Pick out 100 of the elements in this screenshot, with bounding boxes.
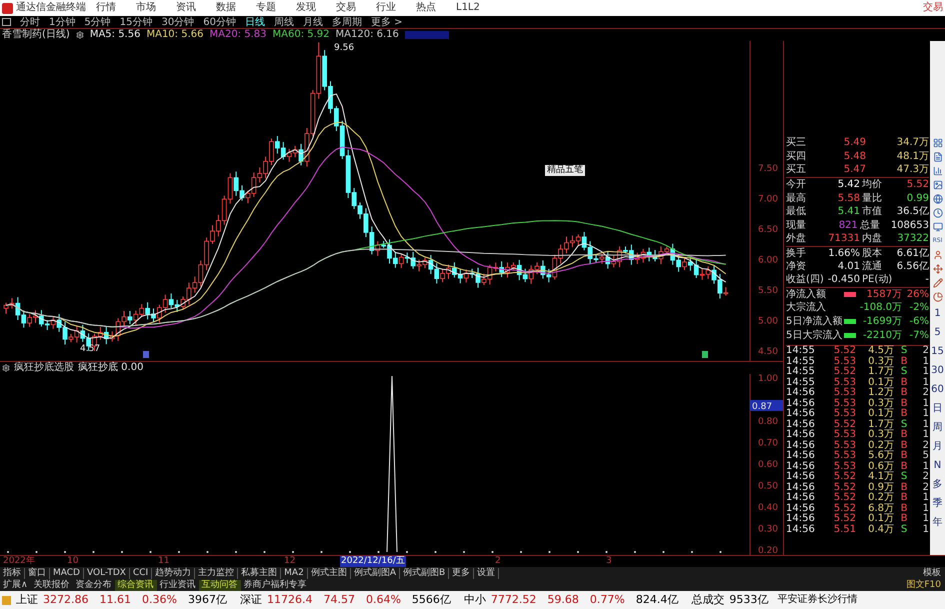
bar-chart-icon[interactable] <box>932 166 942 176</box>
period-button[interactable]: 30 <box>931 361 944 380</box>
grid-icon[interactable] <box>932 138 942 148</box>
flow-percent: -6% <box>908 315 929 328</box>
menu-item[interactable]: 发现 <box>296 0 316 16</box>
info-tab[interactable]: 综合资讯 <box>114 580 157 590</box>
tick-time: 14:56 <box>786 388 816 398</box>
settings-icon[interactable] <box>2 364 10 372</box>
info-tab[interactable]: 互动问答 <box>198 580 241 590</box>
pie-chart-icon[interactable] <box>932 292 942 302</box>
tick-volume: 0.2万 <box>867 493 894 504</box>
stat-label: 市值 <box>862 205 883 218</box>
trade-link[interactable]: 交易 <box>923 0 943 16</box>
period-button[interactable]: N <box>934 456 942 475</box>
order-level-label: 买五 <box>786 163 807 176</box>
stat-value: 4.01 <box>836 260 860 273</box>
floating-panel[interactable]: 精品五笔 <box>545 165 585 176</box>
tick-count: 1 <box>922 524 929 535</box>
period-tab[interactable]: 30分钟 <box>161 16 194 28</box>
period-button[interactable]: 月 <box>932 437 942 456</box>
period-tab[interactable]: 日线 <box>244 16 265 28</box>
period-button[interactable]: 60 <box>931 380 944 399</box>
tick-price: 5.53 <box>832 430 856 440</box>
menu-item[interactable]: 行业 <box>376 0 396 16</box>
tick-count: 2 <box>922 440 929 451</box>
period-button[interactable]: 周 <box>932 418 942 437</box>
info-tab[interactable]: 行业资讯 <box>156 580 199 590</box>
period-button[interactable]: 多 <box>932 475 942 494</box>
tick-volume: 0.1万 <box>867 378 894 388</box>
tick-time: 14:56 <box>786 493 816 504</box>
info-tab[interactable]: 券商户福利专享 <box>240 580 310 590</box>
tick-price: 5.53 <box>832 356 856 367</box>
period-button[interactable]: 15 <box>931 342 944 361</box>
indicator-axis-label: 0.60 <box>758 460 778 470</box>
tick-side: S <box>900 472 908 482</box>
menu-item[interactable]: 热点 <box>416 0 436 16</box>
period-tab[interactable]: 月线 <box>302 16 323 28</box>
stat-label: 最高 <box>786 192 807 205</box>
clock-icon[interactable] <box>932 208 942 218</box>
period-tab[interactable]: 更多 > <box>370 16 403 28</box>
tick-count: 2 <box>922 346 929 356</box>
order-level-label: 买三 <box>786 136 807 150</box>
period-tab[interactable]: 周线 <box>274 16 294 28</box>
period-tab[interactable]: 1分钟 <box>49 16 76 28</box>
index-amount: 3967亿 <box>188 592 227 608</box>
period-tab[interactable]: 5分钟 <box>84 16 111 28</box>
period-tab[interactable]: 60分钟 <box>203 16 236 28</box>
period-button[interactable]: 年 <box>932 513 942 532</box>
period-button[interactable]: 5 <box>934 323 941 342</box>
f10-button[interactable]: 图文F10 <box>906 580 941 590</box>
indicator-axis-label: 0.40 <box>758 503 778 513</box>
period-button[interactable]: 季 <box>932 494 942 513</box>
menu-item[interactable]: 行情 <box>96 0 116 16</box>
menu-item[interactable]: 交易 <box>336 0 356 16</box>
pencil-icon[interactable] <box>932 278 942 288</box>
stat-value: 71331 <box>827 232 860 246</box>
monitor-icon[interactable] <box>932 222 942 232</box>
menu-item[interactable]: L1L2 <box>456 0 480 16</box>
tick-side: B <box>900 398 908 409</box>
index-change: 59.68 <box>547 592 579 608</box>
image-icon[interactable] <box>932 180 942 190</box>
person-icon[interactable] <box>932 250 942 260</box>
ma-legend-value: MA5: 5.56 <box>90 29 140 41</box>
stat-value: 37322 <box>896 232 929 246</box>
tick-count: 2 <box>922 482 929 493</box>
date-axis-label: 3 <box>605 556 613 567</box>
tick-price: 5.51 <box>832 524 856 535</box>
chart-type-icon[interactable] <box>2 18 11 26</box>
period-tab[interactable]: 多周期 <box>332 16 362 28</box>
tick-side: B <box>900 482 908 493</box>
settings-icon[interactable] <box>76 31 84 39</box>
menu-item[interactable]: 数据 <box>216 0 236 16</box>
stat-label: 最低 <box>786 205 807 218</box>
document-icon[interactable] <box>932 152 942 162</box>
indicator-name: 疯狂抄底选股 <box>14 362 74 374</box>
index-name: 深证 <box>240 592 262 608</box>
info-tab[interactable]: 扩展∧ <box>0 580 31 590</box>
tick-count: 2 <box>922 388 929 398</box>
tick-time: 14:56 <box>786 524 816 535</box>
tick-volume: 0.3万 <box>867 430 894 440</box>
template-button[interactable]: 模板 <box>923 568 941 578</box>
move-icon[interactable] <box>932 264 942 274</box>
menu-item[interactable]: 专题 <box>256 0 276 16</box>
tick-time: 14:56 <box>786 451 816 462</box>
period-tab[interactable]: 15分钟 <box>120 16 152 28</box>
tick-price: 5.52 <box>832 514 856 524</box>
flow-amount: -1699万 <box>862 315 902 328</box>
info-tab[interactable]: 资金分布 <box>72 580 115 590</box>
menu-item[interactable]: 市场 <box>136 0 156 16</box>
period-tab[interactable]: 分时 <box>20 16 40 28</box>
info-tab[interactable]: 关联报价 <box>30 580 73 590</box>
period-button[interactable]: 1 <box>934 304 941 323</box>
date-axis-label: 12 <box>283 556 296 567</box>
index-value: 3272.86 <box>43 592 88 608</box>
order-price: 5.49 <box>842 136 866 150</box>
globe-icon[interactable] <box>932 194 942 204</box>
ma-legend-value: MA60: 5.92 <box>272 29 330 41</box>
low-price-label: 4.57 <box>80 344 100 354</box>
period-button[interactable]: 日 <box>932 399 942 418</box>
menu-item[interactable]: 资讯 <box>176 0 196 16</box>
